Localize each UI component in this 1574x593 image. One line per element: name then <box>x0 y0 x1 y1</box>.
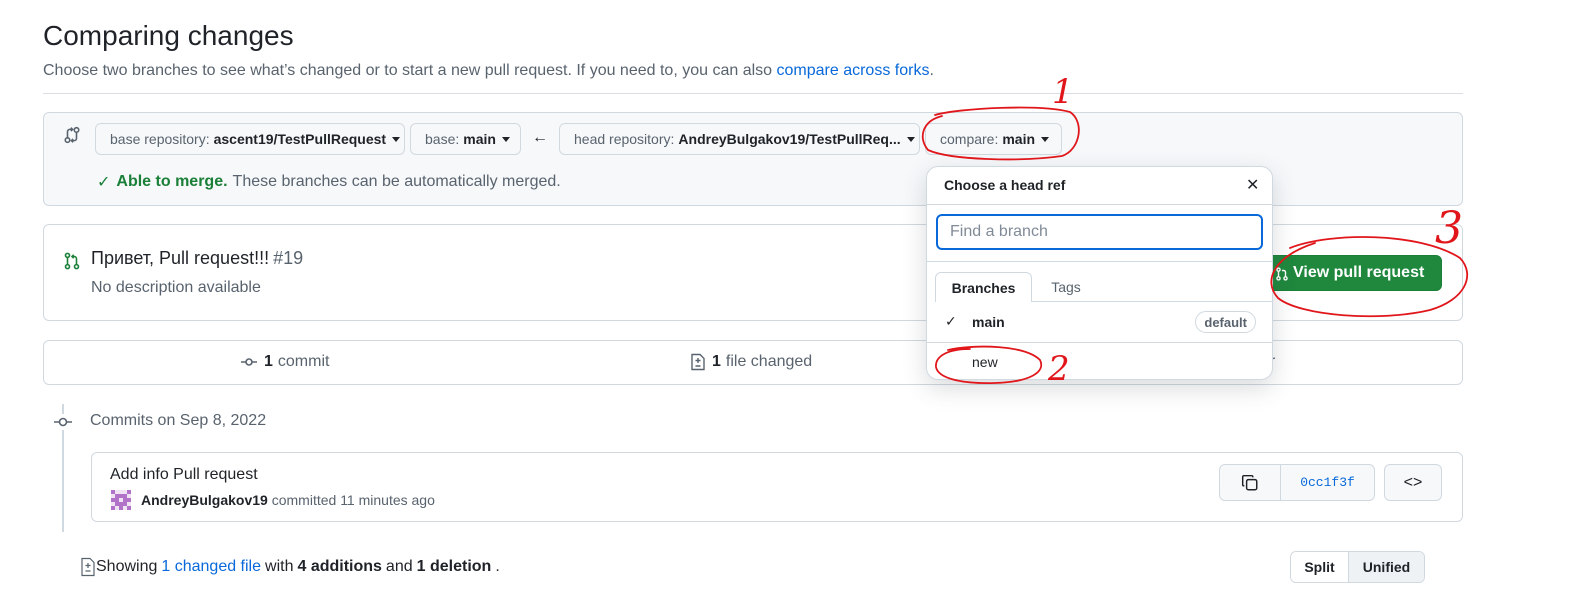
pull-request-title[interactable]: Привет, Pull request!!! #19 <box>91 248 303 269</box>
base-repository-label: base repository: <box>110 131 210 147</box>
commits-tab[interactable]: 1 commit <box>240 353 329 371</box>
commits-label: commit <box>277 353 330 370</box>
commits-count: 1 <box>264 353 273 370</box>
changed-files-link[interactable]: 1 changed file <box>161 558 261 576</box>
commit-sha-link[interactable]: 0cc1f3f <box>1281 465 1374 500</box>
files-count: 1 <box>712 353 721 370</box>
branch-item-main[interactable]: ✓ main default <box>927 303 1272 341</box>
dropdown-divider <box>927 261 1272 262</box>
pull-request-title-text: Привет, Pull request!!! <box>91 248 270 268</box>
dropdown-title: Choose a head ref <box>944 177 1066 193</box>
avatar[interactable] <box>111 490 131 510</box>
base-branch-select[interactable]: base: main <box>410 123 521 155</box>
head-repository-label: head repository: <box>574 131 675 147</box>
git-pull-request-icon <box>1276 267 1288 281</box>
check-icon: ✓ <box>945 313 957 329</box>
page-title: Comparing changes <box>43 20 294 51</box>
diff-summary: Showing 1 changed file with 4 additions … <box>80 557 500 577</box>
commits-date-heading: Commits on Sep 8, 2022 <box>90 412 267 429</box>
deletions-count: 1 deletion <box>416 558 492 575</box>
file-diff-icon <box>691 353 705 371</box>
pull-request-number: #19 <box>273 248 304 268</box>
head-repository-value: AndreyBulgakov19/TestPullReq... <box>678 131 901 147</box>
merge-ok-text: Able to merge. <box>116 173 228 190</box>
files-changed-tab[interactable]: 1 file changed <box>690 353 812 371</box>
caret-down-icon <box>1041 136 1050 142</box>
pull-request-description: No description available <box>91 279 261 296</box>
caret-down-icon <box>906 136 915 142</box>
commit-meta: AndreyBulgakov19 committed 11 minutes ag… <box>141 492 435 508</box>
branch-name: new <box>972 354 998 370</box>
find-branch-input[interactable] <box>936 214 1263 250</box>
summary-end: . <box>495 558 500 575</box>
caret-down-icon <box>501 136 510 142</box>
compare-branch-select[interactable]: compare: main <box>925 123 1062 155</box>
compare-branch-value: main <box>1002 131 1036 147</box>
annotation-number-1: 1 <box>1052 72 1074 112</box>
default-badge: default <box>1195 311 1256 333</box>
tab-branches[interactable]: Branches <box>935 272 1032 302</box>
copy-icon <box>1241 474 1258 490</box>
base-branch-value: main <box>463 131 496 147</box>
showing-label: Showing <box>96 558 158 575</box>
commit-time: 11 minutes ago <box>340 492 435 508</box>
dropdown-divider <box>927 204 1272 205</box>
page-subtitle: Choose two branches to see what’s change… <box>43 62 934 80</box>
split-view-button[interactable]: Split <box>1291 552 1349 582</box>
git-commit-icon <box>53 414 73 430</box>
branch-item-new[interactable]: new <box>927 343 1272 381</box>
merge-status: ✓ Able to merge. These branches can be a… <box>97 172 561 192</box>
commit-author-link[interactable]: AndreyBulgakov19 <box>141 492 268 508</box>
tab-tags[interactable]: Tags <box>1040 272 1092 302</box>
code-icon: <> <box>1403 473 1423 491</box>
tabs-underline <box>1032 301 1272 302</box>
and-label: and <box>385 558 413 575</box>
arrow-left-icon: ← <box>532 129 548 146</box>
copy-sha-button[interactable] <box>1220 465 1281 500</box>
compare-branch-label: compare: <box>940 131 999 147</box>
git-commit-icon <box>241 358 257 366</box>
close-icon[interactable]: ✕ <box>1246 175 1259 195</box>
subtitle-text: Choose two branches to see what’s change… <box>43 62 773 79</box>
compare-arrows-icon <box>64 126 80 144</box>
view-pull-request-button[interactable]: View pull request <box>1262 255 1442 291</box>
base-repository-select[interactable]: base repository: ascent19/TestPullRequest <box>95 123 405 155</box>
browse-repository-button[interactable]: <> <box>1384 464 1442 501</box>
additions-count: 4 additions <box>297 558 382 575</box>
unified-view-button[interactable]: Unified <box>1349 552 1424 582</box>
header-divider <box>43 93 1463 94</box>
base-repository-value: ascent19/TestPullRequest <box>213 131 387 147</box>
file-diff-icon <box>81 557 95 577</box>
base-branch-label: base: <box>425 131 460 147</box>
compare-across-forks-link[interactable]: compare across forks <box>777 62 930 79</box>
commit-sha-group: 0cc1f3f <box>1219 464 1375 501</box>
caret-down-icon <box>392 136 401 142</box>
files-label: file changed <box>725 353 813 370</box>
subtitle-end: . <box>929 62 934 79</box>
commit-title-link[interactable]: Add info Pull request <box>110 466 258 484</box>
view-pull-request-label: View pull request <box>1293 264 1425 281</box>
with-label: with <box>265 558 294 575</box>
check-icon: ✓ <box>97 174 111 191</box>
head-repository-select[interactable]: head repository: AndreyBulgakov19/TestPul… <box>559 123 920 155</box>
commit-action: committed <box>271 492 337 508</box>
merge-status-text: These branches can be automatically merg… <box>232 173 561 190</box>
diff-view-toggle: Split Unified <box>1290 551 1425 583</box>
branch-name: main <box>972 314 1005 330</box>
git-pull-request-icon <box>64 252 80 270</box>
